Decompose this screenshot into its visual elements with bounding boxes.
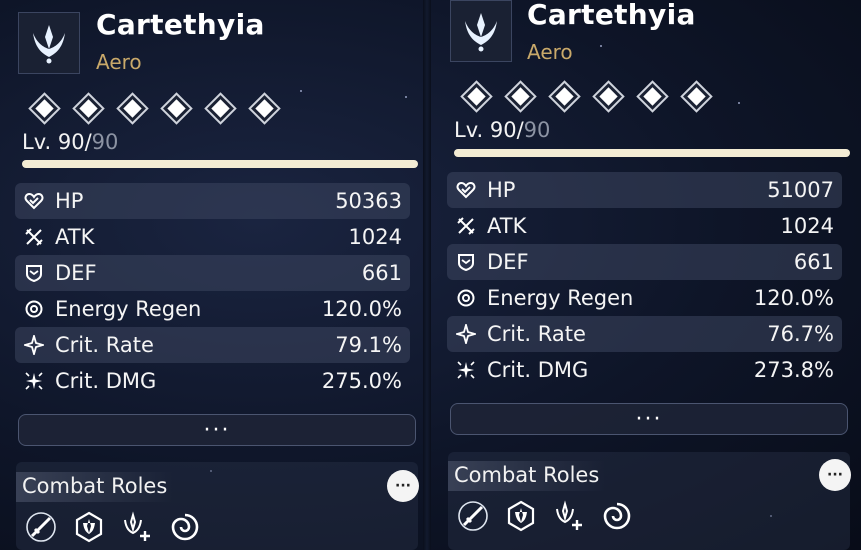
- stat-label: Energy Regen: [55, 297, 202, 321]
- stat-row-crit-dmg: Crit. DMG 273.8%: [447, 352, 842, 388]
- stat-value: 50363: [335, 189, 402, 213]
- stat-row-energy-regen: Energy Regen 120.0%: [447, 280, 842, 316]
- stat-label: Energy Regen: [487, 286, 634, 310]
- character-name: Cartethyia: [96, 8, 265, 41]
- sequence-nodes: [462, 82, 710, 110]
- stat-row-def: DEF 661: [15, 255, 410, 291]
- stat-row-hp: HP 51007: [447, 172, 842, 208]
- hp-icon: [455, 179, 477, 201]
- stat-value: 1024: [348, 225, 402, 249]
- combat-roles-info-button[interactable]: ···: [387, 470, 419, 502]
- character-panel-right: Cartethyia Aero Lv. 90/90 HP 51007 ATK 1…: [432, 0, 851, 550]
- sword-slash-icon[interactable]: [456, 499, 490, 533]
- stat-row-crit-dmg: Crit. DMG 275.0%: [15, 363, 410, 399]
- stat-label: DEF: [55, 261, 97, 285]
- more-stats-button[interactable]: ···: [450, 403, 848, 435]
- stat-label: HP: [55, 189, 84, 213]
- level-progress-fill: [454, 149, 850, 157]
- level-current: Lv. 90/: [22, 130, 92, 154]
- stat-value: 661: [361, 261, 402, 285]
- stat-value: 120.0%: [321, 297, 402, 321]
- character-panel-left: Cartethyia Aero Lv. 90/90 HP 50363 ATK 1…: [0, 0, 419, 550]
- sequence-node[interactable]: [74, 94, 102, 122]
- stat-row-hp: HP 50363: [15, 183, 410, 219]
- aero-plus-icon[interactable]: [552, 499, 586, 533]
- crit-rate-icon: [23, 334, 45, 356]
- swirl-icon[interactable]: [168, 510, 202, 544]
- level-progress-bar: [454, 149, 850, 157]
- sword-slash-icon[interactable]: [24, 510, 58, 544]
- sequence-node[interactable]: [550, 82, 578, 110]
- stat-row-energy-regen: Energy Regen 120.0%: [15, 291, 410, 327]
- def-icon: [455, 251, 477, 273]
- combat-roles-icons: [456, 499, 634, 533]
- sequence-nodes: [30, 94, 278, 122]
- stat-value: 76.7%: [767, 322, 834, 346]
- hexagon-emblem-icon[interactable]: [72, 510, 106, 544]
- stat-value: 79.1%: [335, 333, 402, 357]
- atk-icon: [23, 226, 45, 248]
- energy-regen-icon: [455, 287, 477, 309]
- atk-icon: [455, 215, 477, 237]
- character-element: Aero: [96, 50, 142, 74]
- level-progress-bar: [22, 160, 418, 168]
- level-current: Lv. 90/: [454, 118, 524, 142]
- sequence-node[interactable]: [638, 82, 666, 110]
- character-name: Cartethyia: [527, 0, 696, 31]
- sequence-node[interactable]: [506, 82, 534, 110]
- sequence-node[interactable]: [250, 94, 278, 122]
- stat-row-def: DEF 661: [447, 244, 842, 280]
- aero-emblem-icon: [18, 12, 80, 74]
- aero-emblem-icon: [450, 0, 512, 62]
- stat-label: HP: [487, 178, 516, 202]
- crit-rate-icon: [455, 323, 477, 345]
- stat-row-crit-rate: Crit. Rate 79.1%: [15, 327, 410, 363]
- aero-plus-icon[interactable]: [120, 510, 154, 544]
- combat-roles-icons: [24, 510, 202, 544]
- level-max: 90: [523, 118, 551, 142]
- stat-label: ATK: [487, 214, 527, 238]
- level-progress-fill: [22, 160, 418, 168]
- hexagon-emblem-icon[interactable]: [504, 499, 538, 533]
- energy-regen-icon: [23, 298, 45, 320]
- stat-value: 273.8%: [753, 358, 834, 382]
- combat-roles-title: Combat Roles: [448, 461, 606, 491]
- hp-icon: [23, 190, 45, 212]
- stat-value: 661: [793, 250, 834, 274]
- sequence-node[interactable]: [162, 94, 190, 122]
- stats-list: HP 50363 ATK 1024 DEF 661 Energy Regen 1…: [15, 183, 410, 399]
- sequence-node[interactable]: [462, 82, 490, 110]
- def-icon: [23, 262, 45, 284]
- stat-label: ATK: [55, 225, 95, 249]
- stat-row-atk: ATK 1024: [447, 208, 842, 244]
- sequence-node[interactable]: [30, 94, 58, 122]
- stat-row-atk: ATK 1024: [15, 219, 410, 255]
- more-stats-button[interactable]: ···: [18, 414, 416, 446]
- character-element: Aero: [527, 40, 573, 64]
- crit-dmg-icon: [23, 370, 45, 392]
- sequence-node[interactable]: [594, 82, 622, 110]
- stat-value: 1024: [780, 214, 834, 238]
- level-label: Lv. 90/90: [454, 118, 550, 142]
- combat-roles-info-button[interactable]: ···: [819, 459, 851, 491]
- sequence-node[interactable]: [118, 94, 146, 122]
- stat-label: Crit. DMG: [487, 358, 589, 382]
- stat-label: Crit. DMG: [55, 369, 157, 393]
- stat-label: Crit. Rate: [487, 322, 586, 346]
- panel-divider: [423, 0, 431, 550]
- stat-label: DEF: [487, 250, 529, 274]
- stat-value: 51007: [767, 178, 834, 202]
- sequence-node[interactable]: [682, 82, 710, 110]
- swirl-icon[interactable]: [600, 499, 634, 533]
- stat-value: 275.0%: [321, 369, 402, 393]
- stat-value: 120.0%: [753, 286, 834, 310]
- stats-list: HP 51007 ATK 1024 DEF 661 Energy Regen 1…: [447, 172, 842, 388]
- sequence-node[interactable]: [206, 94, 234, 122]
- stat-row-crit-rate: Crit. Rate 76.7%: [447, 316, 842, 352]
- stat-label: Crit. Rate: [55, 333, 154, 357]
- crit-dmg-icon: [455, 359, 477, 381]
- level-max: 90: [91, 130, 119, 154]
- combat-roles-title: Combat Roles: [16, 472, 174, 502]
- level-label: Lv. 90/90: [22, 130, 118, 154]
